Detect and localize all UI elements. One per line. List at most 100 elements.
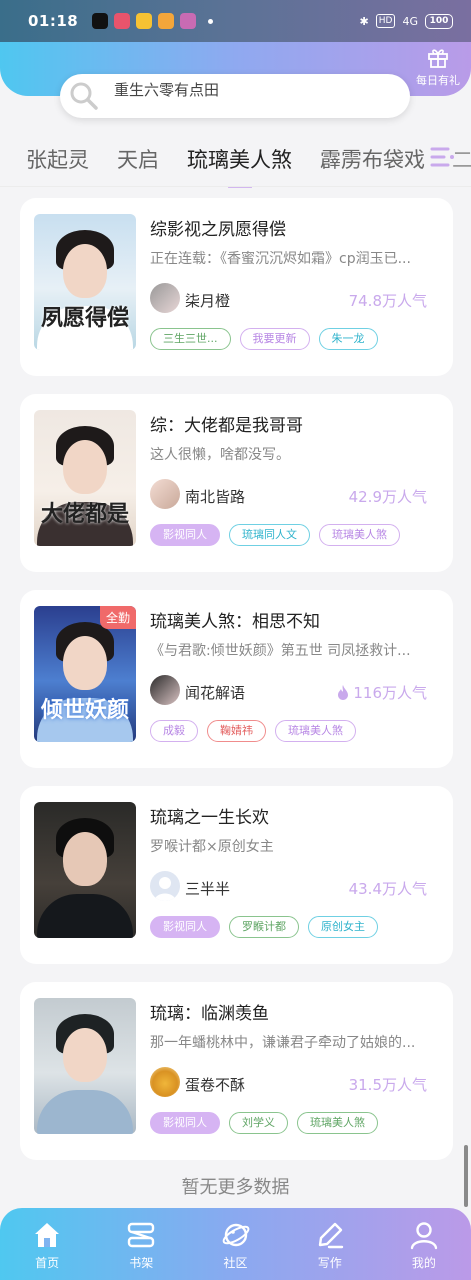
book-title: 琉璃美人煞：相思不知 [150, 612, 320, 632]
default-avatar-icon [154, 877, 176, 901]
no-more-data-text: 暂无更多数据 [181, 1177, 290, 1198]
cover-title: 大佬都是 [40, 501, 129, 527]
nav-label: 社区 [223, 1256, 248, 1270]
tab-tian-qi[interactable]: 天启 [103, 144, 173, 174]
flame-icon [338, 685, 349, 700]
nav-label: 我的 [411, 1256, 436, 1270]
book-card[interactable]: 夙愿得偿 综影视之夙愿得偿 正在连载：《香蜜沉沉烬如霜》cp润玉已... 柒月橙… [20, 198, 453, 376]
author-name: 闻花解语 [185, 684, 246, 702]
profile-icon [410, 1222, 438, 1250]
avatar [150, 871, 180, 901]
tiktok-icon [92, 13, 109, 29]
tag[interactable]: 朱一龙 [318, 328, 378, 350]
author-name: 蛋卷不酥 [185, 1076, 246, 1094]
book-description: 这人很懒，啥都没写。 [150, 447, 290, 463]
tag-list: 影视同人 琉璃同人文 琉璃美人煞 [150, 524, 400, 546]
cover-figure-face [63, 243, 107, 298]
cover-title: 倾世妖颜 [40, 697, 129, 723]
tag[interactable]: 影视同人 [150, 1112, 220, 1134]
tag[interactable]: 成毅 [150, 720, 198, 742]
cover-title: 夙愿得偿 [40, 305, 129, 331]
popularity-count: 116万人气 [337, 682, 427, 703]
tag[interactable]: 原创女主 [308, 916, 378, 938]
cover-figure-body [37, 1090, 133, 1134]
tab-zhang-qi-ling[interactable]: 张起灵 [0, 144, 103, 174]
app-icon [180, 13, 197, 29]
bottom-navigation: 首页 书架 社区 写作 我的 [0, 1208, 471, 1280]
author-name: 三半半 [185, 880, 231, 898]
status-right: ✱ HD 4G 100 [359, 13, 453, 29]
book-description: 那一年蟠桃林中，谦谦君子牵动了姑娘的... [150, 1035, 416, 1051]
book-description: 《与君歌:倾世妖颜》第五世 司凤拯救计... [150, 643, 411, 659]
tab-liu-li-mei-ren-sha[interactable]: 琉璃美人煞 [173, 144, 306, 188]
category-tabs: 张起灵 天启 琉璃美人煞 霹雳布袋戏 二 [0, 130, 471, 188]
nav-bookshelf[interactable]: 书架 [94, 1208, 188, 1280]
author-name: 柒月橙 [185, 292, 231, 310]
tag[interactable]: 鞠婧祎 [207, 720, 266, 742]
tag-list: 影视同人 刘学义 琉璃美人煞 [150, 1112, 378, 1134]
popularity-count: 74.8万人气 [348, 292, 427, 310]
tag[interactable]: 我要更新 [239, 328, 310, 350]
scrollbar[interactable] [464, 1145, 468, 1207]
popularity-count: 42.9万人气 [348, 488, 427, 506]
author-name: 南北皆路 [185, 488, 246, 506]
tag[interactable]: 影视同人 [150, 916, 220, 938]
book-card[interactable]: 琉璃之一生长欢 罗喉计都×原创女主 三半半 43.4万人气 影视同人 罗睺计都 … [20, 786, 453, 964]
search-input[interactable]: 重生六零有点田 [60, 74, 410, 118]
status-bar: 01:18 ✱ HD 4G 100 [0, 0, 471, 42]
nav-label: 首页 [35, 1256, 60, 1270]
tag[interactable]: 三生三世... [150, 328, 231, 350]
battery-icon: 100 [425, 13, 453, 29]
full-attendance-badge: 全勤 [99, 606, 136, 629]
message-icon [136, 13, 153, 29]
avatar [150, 283, 180, 313]
tag-list: 影视同人 罗睺计都 原创女主 [150, 916, 378, 938]
tag[interactable]: 影视同人 [150, 524, 220, 546]
nav-label: 写作 [317, 1256, 342, 1270]
tab-pi-li-bu-dai-xi[interactable]: 霹雳布袋戏 [306, 144, 439, 174]
gift-label: 每日有礼 [416, 74, 460, 87]
book-title: 综：大佬都是我哥哥 [150, 416, 303, 436]
daily-gift-button[interactable]: 每日有礼 [410, 46, 466, 94]
nav-write[interactable]: 写作 [283, 1208, 377, 1280]
avatar [150, 479, 180, 509]
network-icon: 4G [402, 14, 418, 28]
community-icon [222, 1223, 249, 1247]
tab-menu-icon[interactable] [430, 144, 456, 170]
tag[interactable]: 琉璃美人煞 [275, 720, 356, 742]
tag-list: 三生三世... 我要更新 朱一龙 [150, 328, 378, 350]
weibo-icon [158, 13, 175, 29]
book-description: 罗喉计都×原创女主 [150, 839, 274, 855]
status-time: 01:18 [28, 12, 79, 30]
book-description: 正在连载：《香蜜沉沉烬如霜》cp润玉已... [150, 251, 411, 267]
bluetooth-icon: ✱ [359, 14, 369, 28]
book-cover: 夙愿得偿 [34, 214, 136, 350]
tag[interactable]: 琉璃同人文 [229, 524, 310, 546]
search-placeholder: 重生六零有点田 [114, 80, 220, 99]
book-title: 综影视之夙愿得偿 [150, 220, 286, 240]
nav-community[interactable]: 社区 [188, 1208, 282, 1280]
popularity-count: 31.5万人气 [348, 1076, 427, 1094]
bookshelf-icon [128, 1222, 155, 1248]
cover-figure-face [63, 1027, 107, 1082]
book-title: 琉璃之一生长欢 [150, 808, 269, 828]
book-card[interactable]: 倾世妖颜 全勤 琉璃美人煞：相思不知 《与君歌:倾世妖颜》第五世 司凤拯救计..… [20, 590, 453, 768]
tag[interactable]: 琉璃美人煞 [297, 1112, 378, 1134]
home-icon [35, 1223, 60, 1247]
cover-figure-face [63, 831, 107, 886]
tag[interactable]: 刘学义 [229, 1112, 288, 1134]
book-card[interactable]: 琉璃：临渊羡鱼 那一年蟠桃林中，谦谦君子牵动了姑娘的... 蛋卷不酥 31.5万… [20, 982, 453, 1160]
search-icon [68, 80, 100, 112]
cover-figure-face [63, 439, 107, 494]
tabs-divider [0, 186, 471, 187]
nav-home[interactable]: 首页 [0, 1208, 94, 1280]
write-icon [318, 1222, 343, 1249]
nav-label: 书架 [129, 1256, 154, 1270]
book-card[interactable]: 大佬都是 综：大佬都是我哥哥 这人很懒，啥都没写。 南北皆路 42.9万人气 影… [20, 394, 453, 572]
tag[interactable]: 罗睺计都 [229, 916, 299, 938]
cover-figure-face [63, 635, 107, 690]
book-cover [34, 802, 136, 938]
tag[interactable]: 琉璃美人煞 [319, 524, 400, 546]
more-notifications-icon [208, 18, 214, 24]
nav-profile[interactable]: 我的 [377, 1208, 471, 1280]
